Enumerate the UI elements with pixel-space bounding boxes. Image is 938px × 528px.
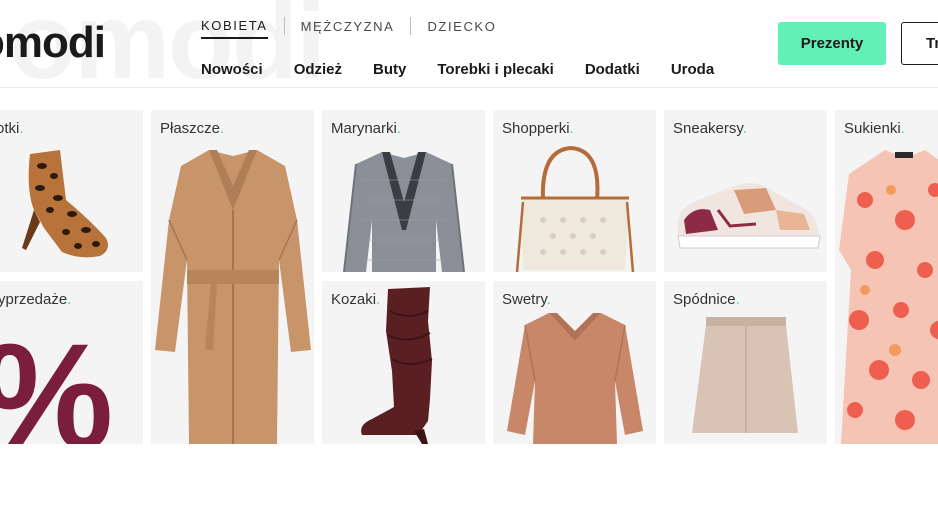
tile-label: Sneakersy.	[673, 120, 747, 137]
category-nav: Nowości Odzież Buty Torebki i plecaki Do…	[201, 61, 745, 78]
nav-item-odziez[interactable]: Odzież	[294, 61, 342, 78]
category-tile-sukienki[interactable]: Sukienki.	[835, 110, 938, 444]
category-tile-kozaki[interactable]: Kozaki.	[322, 281, 485, 444]
category-tile-shopperki[interactable]: Shopperki.	[493, 110, 656, 272]
tab-dziecko[interactable]: DZIECKO	[427, 19, 496, 38]
sale-percent-symbol: %	[0, 321, 113, 444]
tab-divider	[283, 16, 285, 35]
category-tile-spodnice[interactable]: Spódnice.	[664, 281, 827, 444]
tile-label: Płaszcze.	[160, 120, 225, 137]
tile-label: Shopperki.	[502, 120, 574, 137]
category-tile-plaszcze[interactable]: Płaszcze.	[151, 110, 314, 444]
category-tile-swetry[interactable]: Swetry.	[493, 281, 656, 444]
site-header: omodi omodi KOBIETA MĘŻCZYZNA DZIECKO No…	[0, 0, 938, 88]
tile-label: Marynarki.	[331, 120, 402, 137]
secondary-button[interactable]: Tr	[901, 22, 938, 65]
tile-label: Sukienki.	[844, 120, 905, 137]
tile-label: otki.	[0, 120, 24, 137]
tile-label: yprzedaże.	[0, 291, 72, 308]
tab-mezczyzna[interactable]: MĘŻCZYZNA	[301, 19, 395, 38]
nav-item-buty[interactable]: Buty	[373, 61, 406, 78]
tab-divider	[410, 16, 412, 35]
floral-dress-image	[839, 150, 938, 444]
tile-label: Spódnice.	[673, 291, 740, 308]
category-tile-marynarki[interactable]: Marynarki.	[322, 110, 485, 272]
nav-item-torebki[interactable]: Torebki i plecaki	[437, 61, 553, 78]
nav-item-nowosci[interactable]: Nowości	[201, 61, 263, 78]
logo[interactable]: omodi	[0, 18, 106, 68]
gifts-button[interactable]: Prezenty	[778, 22, 886, 65]
camel-coat-image	[155, 150, 311, 444]
nav-item-dodatki[interactable]: Dodatki	[585, 61, 640, 78]
nav-item-uroda[interactable]: Uroda	[671, 61, 714, 78]
tab-kobieta[interactable]: KOBIETA	[201, 18, 268, 39]
category-tile-botki[interactable]: otki.	[0, 110, 143, 272]
tile-label: Swetry.	[502, 291, 551, 308]
gender-tabs: KOBIETA MĘŻCZYZNA DZIECKO	[201, 16, 496, 39]
category-tile-sneakersy[interactable]: Sneakersy.	[664, 110, 827, 272]
category-tile-wyprzedaze[interactable]: yprzedaże. %	[0, 281, 143, 444]
tile-label: Kozaki.	[331, 291, 381, 308]
